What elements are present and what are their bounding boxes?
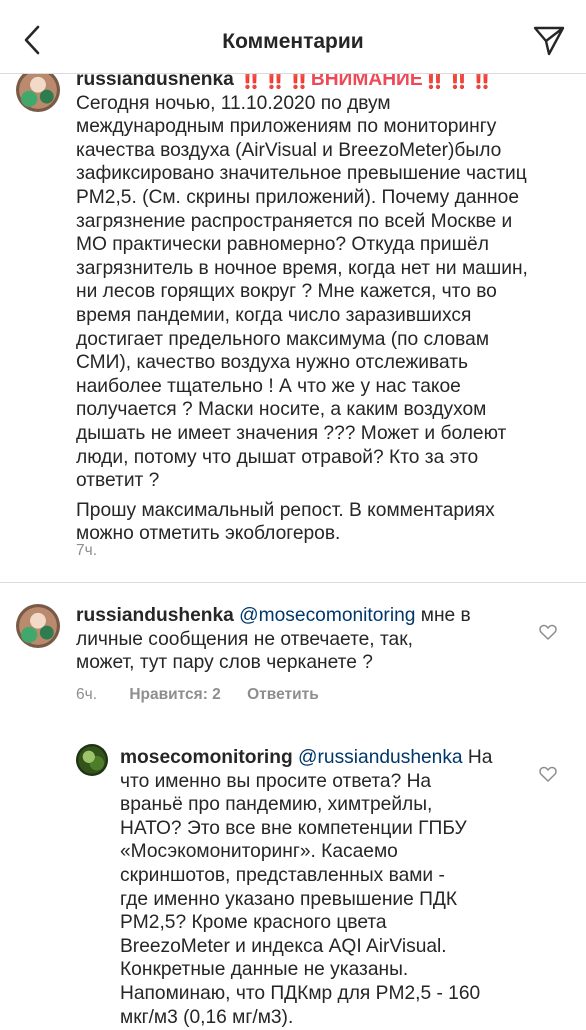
reply-line: где именно указано превышение ПДК — [120, 888, 458, 910]
reply-line: PM2,5? Кроме красного цвета — [120, 912, 387, 934]
comment-line: личные сообщения не отвечаете, так, — [76, 628, 413, 650]
comment-time: 6ч. — [76, 686, 98, 703]
like-button[interactable] — [538, 764, 558, 784]
reply-line: BreezoMeter и индекса AQI AirVisual. — [120, 935, 447, 957]
heart-icon — [539, 624, 557, 640]
mention-link[interactable]: @russiandushenka — [298, 747, 463, 768]
caption-line: Сегодня ночью, 11.10.2020 по двум — [76, 92, 391, 114]
paper-plane-icon — [533, 26, 565, 56]
comment-text: russiandushenka @mosecomonitoring мне в … — [76, 604, 536, 675]
reply-line: мкг/м3 (0,16 мг/м3). — [120, 1006, 294, 1028]
caption-text: russiandushenka ‼️‼️‼️ВНИМАНИЕ‼️‼️‼️ Сег… — [76, 68, 576, 546]
caption-line: люди, потому что дышат отравой? Кто за э… — [76, 446, 479, 468]
reply-line: скриншотов, представленных вами - — [120, 864, 445, 886]
caption-line: СМИ), качество воздуха нужно отслеживать — [76, 352, 469, 374]
caption-line: достигает предельного максимума (по слов… — [76, 328, 490, 350]
reply-username[interactable]: mosecomonitoring — [120, 747, 293, 768]
reply-line: Конкретные данные не указаны. — [120, 959, 409, 981]
reply-text-start: На — [462, 747, 493, 768]
avatar[interactable] — [76, 744, 108, 776]
caption-line: загрязнение распространяется по всей Мос… — [76, 210, 513, 232]
likes-count[interactable]: Нравится: 2 — [129, 686, 220, 703]
reply-text: mosecomonitoring @russiandushenka На что… — [120, 746, 530, 1029]
caption-line: можно отметить экоблогеров. — [76, 523, 341, 545]
caption-line: дышать не имеет значения ??? Может и бол… — [76, 422, 507, 444]
comment-username[interactable]: russiandushenka — [76, 605, 234, 626]
comment-text-start: мне в — [415, 605, 471, 626]
caption-line: зафиксировано значительное превышение ча… — [76, 163, 527, 185]
comment-line: может, тут пару слов черканете ? — [76, 652, 373, 674]
reply-button[interactable]: Ответить — [247, 686, 319, 703]
comment-meta: 6ч. Нравится: 2 Ответить — [76, 686, 319, 704]
reply-line: Напоминаю, что ПДКмр для PM2,5 - 160 — [120, 982, 481, 1004]
reply-line: что именно вы просите ответа? На — [120, 770, 432, 792]
reply-line: «Мосэкомониторинг». Касаемо — [120, 841, 398, 863]
heart-icon — [539, 766, 557, 782]
caption-line: МО практически равномерно? Откуда пришёл — [76, 234, 489, 256]
avatar[interactable] — [16, 604, 60, 648]
caption-line: наиболее тщательно ! А что же у нас тако… — [76, 375, 461, 397]
page-title: Комментарии — [222, 30, 364, 53]
caption-line: ответит ? — [76, 470, 160, 492]
caption-line: международным приложениям по мониторингу — [76, 116, 497, 138]
caption-line: качества воздуха (AirVisual и BreezoMete… — [76, 139, 502, 161]
caption-line: ни лесов горящих вокруг ? Мне кажется, ч… — [76, 281, 497, 303]
mention-link[interactable]: @mosecomonitoring — [239, 605, 415, 626]
caption-line: загрязнитель в ночное время, когда нет н… — [76, 257, 528, 279]
comments-screen: Комментарии russiandushenka ‼️‼️‼️ВНИМАН… — [0, 0, 586, 1030]
top-bar: Комментарии — [0, 0, 586, 74]
avatar[interactable] — [16, 68, 60, 112]
caption-time: 7ч. — [76, 542, 98, 559]
caption-line: Прошу максимальный репост. В комментария… — [76, 499, 495, 521]
like-button[interactable] — [538, 622, 558, 642]
caption-line: время пандемии, когда число заразившихся — [76, 304, 472, 326]
divider — [0, 582, 586, 583]
reply-line: враньё про пандемию, химтрейлы, — [120, 794, 433, 816]
caption-line: PM2,5. (См. скрины приложений). Почему д… — [76, 186, 519, 208]
caption-line: получается ? Маски носите, а каким возду… — [76, 399, 487, 421]
share-button[interactable] — [530, 22, 568, 60]
reply-line: НАТО? Это все вне компетенции ГПБУ — [120, 817, 467, 839]
